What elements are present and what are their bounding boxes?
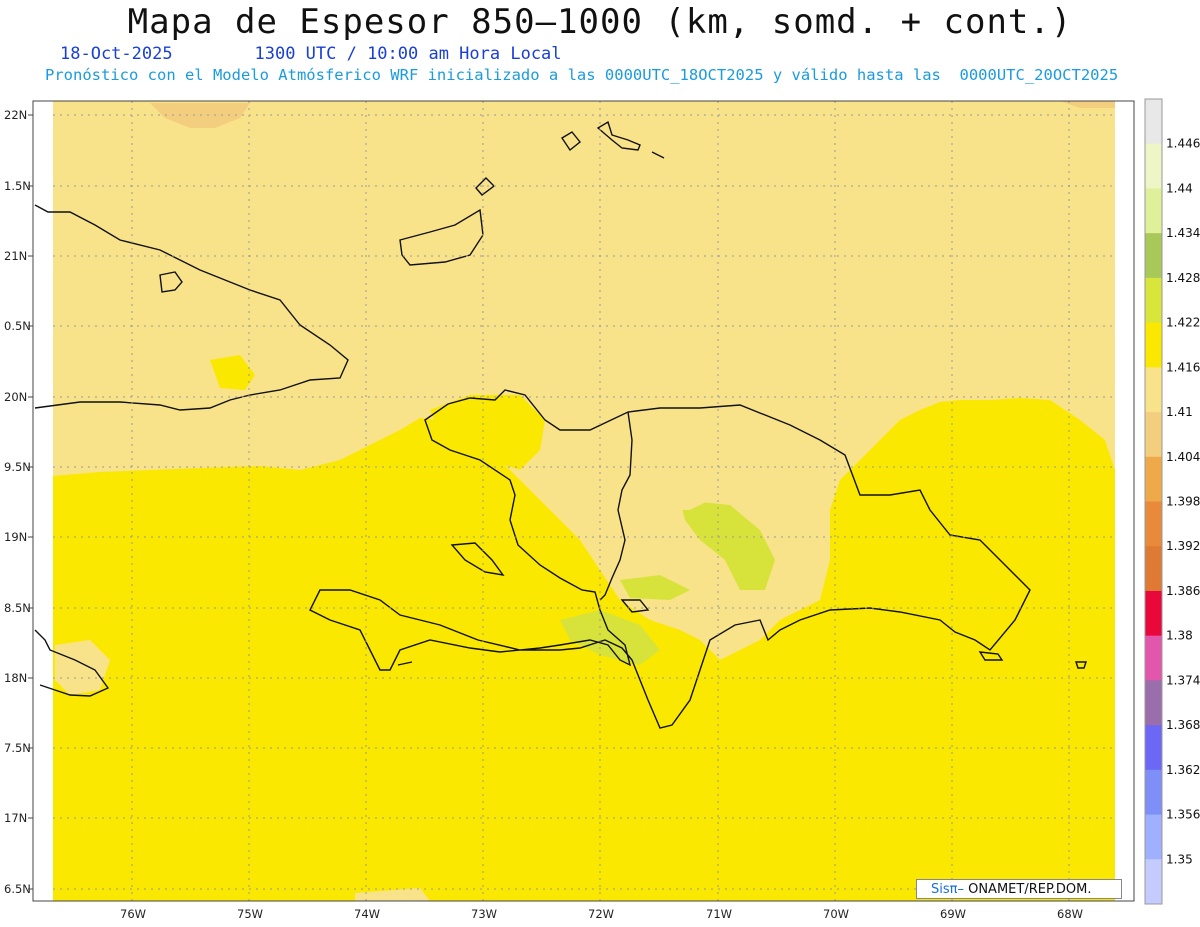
lat-label: 6.5N [4,882,31,896]
colorbar: 1.446 1.44 1.434 1.428 1.422 1.416 1.41 1.404 1.… [1144,98,1200,905]
colorbar-swatch [1145,501,1162,547]
colorbar-swatch [1145,233,1162,279]
colorbar-label: 1.356 [1166,808,1200,822]
lat-label: 19N [4,530,27,544]
lon-label: 69W [940,907,966,921]
colorbar-swatch [1145,322,1162,368]
colorbar-swatch [1145,859,1162,905]
lat-labels: 22N 1.5N 21N 0.5N 20N 9.5N 19N 8.5N 18N … [4,108,31,896]
colorbar-swatch [1145,367,1162,413]
lon-label: 74W [354,907,380,921]
lat-label: 17N [4,811,27,825]
colorbar-label: 1.404 [1166,450,1200,464]
lon-labels: 76W 75W 74W 73W 72W 71W 70W 69W 68W [120,907,1083,921]
colorbar-swatch [1145,635,1162,681]
lat-label: 21N [4,249,27,263]
lat-ticks [28,114,33,890]
colorbar-swatch [1145,680,1162,726]
colorbar-label: 1.374 [1166,673,1200,687]
colorbar-swatch [1145,412,1162,458]
lon-label: 72W [588,907,614,921]
colorbar-label: 1.41 [1166,405,1193,419]
lat-label: 8.5N [4,601,31,615]
colorbar-swatch [1145,143,1162,189]
colorbar-swatch [1145,725,1162,771]
lon-label: 76W [120,907,146,921]
credit-org: ONAMET/REP.DOM. [963,882,1092,897]
colorbar-swatch [1145,99,1162,145]
lon-label: 71W [706,907,732,921]
colorbar-label: 1.428 [1166,271,1200,285]
lon-label: 73W [471,907,497,921]
lat-label: 1.5N [4,179,31,193]
sispi-logo: Sisπ– [931,882,964,897]
colorbar-label: 1.35 [1166,852,1193,866]
lon-label: 68W [1057,907,1083,921]
colorbar-label: 1.386 [1166,584,1200,598]
colorbar-swatch [1145,456,1162,502]
colorbar-label: 1.434 [1166,226,1200,240]
colorbar-swatch [1145,277,1162,324]
colorbar-label: 1.398 [1166,495,1200,509]
lat-label: 9.5N [4,460,31,474]
credit-box: Sisπ– ONAMET/REP.DOM. [916,879,1122,899]
lat-label: 7.5N [4,741,31,755]
lon-label: 70W [823,907,849,921]
colorbar-label: 1.362 [1166,763,1200,777]
lon-label: 75W [237,907,263,921]
lat-label: 22N [4,108,27,122]
colorbar-label: 1.44 [1166,181,1193,195]
colorbar-swatch [1145,546,1162,592]
colorbar-label: 1.422 [1166,316,1200,330]
thickness-map: 22N 1.5N 21N 0.5N 20N 9.5N 19N 8.5N 18N … [4,98,1200,921]
lat-label: 18N [4,671,27,685]
colorbar-swatch [1145,188,1162,234]
colorbar-swatch [1145,814,1162,860]
colorbar-label: 1.446 [1166,137,1200,151]
colorbar-label: 1.392 [1166,539,1200,553]
colorbar-label: 1.416 [1166,360,1200,374]
colorbar-swatch [1145,590,1162,637]
colorbar-swatch [1145,769,1162,816]
colorbar-label: 1.368 [1166,718,1200,732]
colorbar-label: 1.38 [1166,629,1193,643]
lat-label: 20N [4,390,27,404]
lat-label: 0.5N [4,319,31,333]
